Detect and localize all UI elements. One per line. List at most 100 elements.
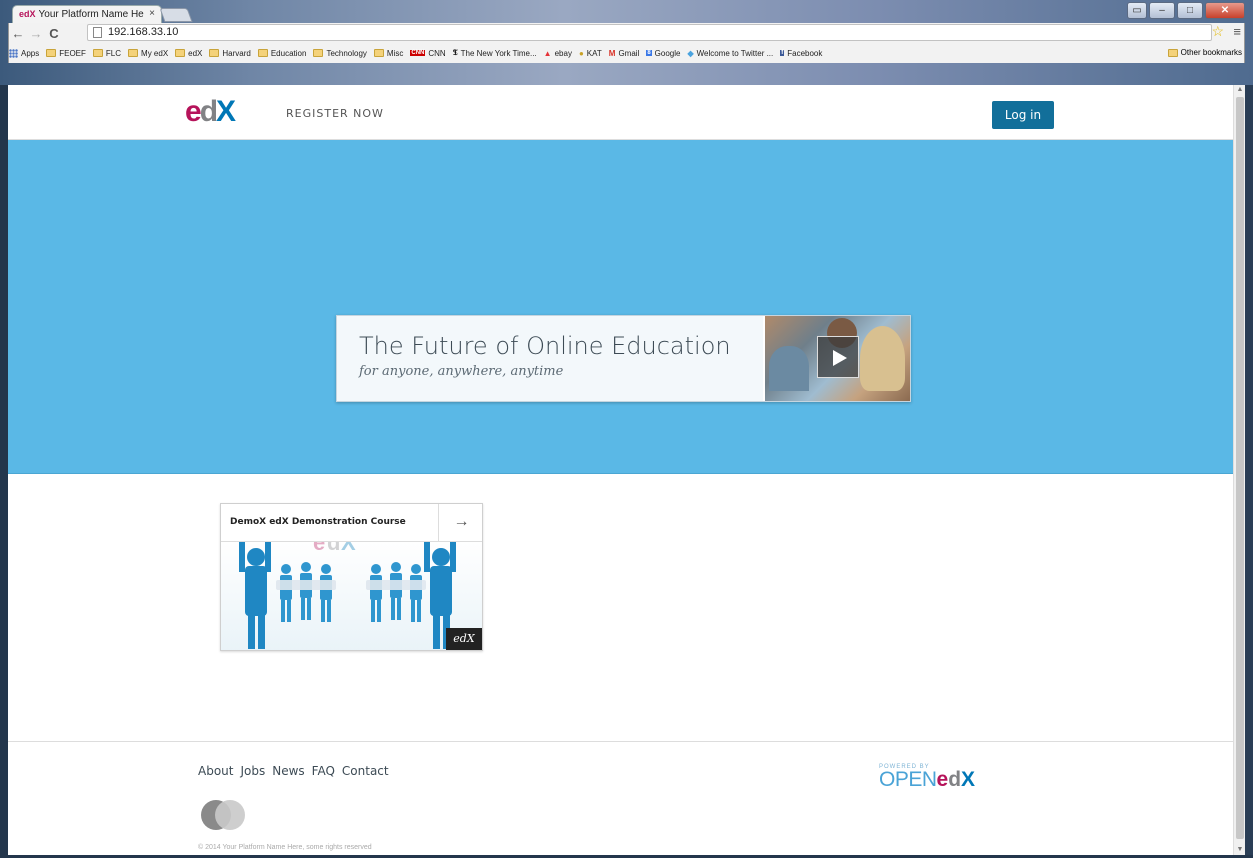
bookmark-label: edX xyxy=(188,48,203,58)
play-icon[interactable] xyxy=(817,336,859,378)
tab-close-icon[interactable]: × xyxy=(149,8,155,19)
bookmark-item[interactable]: Education xyxy=(257,49,306,58)
course-card[interactable]: e d X DemoX edX Demonstration Course → e… xyxy=(220,503,483,651)
cnn-icon: CNN xyxy=(410,50,426,56)
bookmark-label: ebay xyxy=(554,48,572,58)
window-maximize-icon[interactable]: □ xyxy=(1177,2,1203,19)
course-image: e d X xyxy=(221,530,482,650)
folder-icon xyxy=(175,49,186,57)
nyt-icon: 𝕿 xyxy=(452,48,458,57)
edx-favicon-icon: edX xyxy=(19,9,36,19)
window-right-border xyxy=(1245,85,1253,858)
bookmark-item[interactable]: Technology xyxy=(313,49,367,58)
course-org-badge: edX xyxy=(446,628,482,650)
footer-link-jobs[interactable]: Jobs xyxy=(240,764,265,778)
page-icon xyxy=(93,27,102,38)
edx-logo[interactable]: edX xyxy=(185,97,236,127)
bookmark-item[interactable]: M Gmail xyxy=(609,49,640,58)
open-text: OPEN xyxy=(879,768,937,791)
kat-icon: ● xyxy=(578,48,584,58)
login-button[interactable]: Log in xyxy=(992,101,1054,129)
scrollbar-thumb[interactable] xyxy=(1236,97,1244,839)
apps-icon xyxy=(9,48,18,58)
bookmark-item[interactable]: edX xyxy=(175,49,202,58)
course-title[interactable]: DemoX edX Demonstration Course xyxy=(230,517,406,527)
footer-link-contact[interactable]: Contact xyxy=(342,764,389,778)
bookmark-label: Facebook xyxy=(787,48,823,58)
bookmark-item[interactable]: My edX xyxy=(128,49,168,58)
url-text: 192.168.33.10 xyxy=(108,26,179,38)
course-illustration: e d X xyxy=(239,530,456,649)
other-bookmarks[interactable]: Other bookmarks xyxy=(1167,48,1242,57)
bookmark-label: The New York Time... xyxy=(460,48,537,58)
svg-text:d: d xyxy=(327,542,340,555)
register-now-link[interactable]: REGISTER NOW xyxy=(286,107,384,120)
window-controls: ▭ – □ ✕ xyxy=(1127,2,1245,19)
footer-link-news[interactable]: News xyxy=(272,764,304,778)
window-minimize-icon[interactable]: – xyxy=(1149,2,1175,19)
folder-icon xyxy=(128,49,139,57)
twitter-icon: ◆ xyxy=(687,48,694,58)
bookmark-item[interactable]: CNN CNN xyxy=(410,48,446,58)
window-close-icon[interactable]: ✕ xyxy=(1205,2,1245,19)
scroll-down-icon[interactable]: ▼ xyxy=(1234,845,1245,855)
bookmark-label: CNN xyxy=(428,48,446,58)
window-restore-icon[interactable]: ▭ xyxy=(1127,2,1147,19)
bookmark-item[interactable]: ◆ Welcome to Twitter ... xyxy=(687,49,773,58)
creative-commons-icon[interactable] xyxy=(201,800,247,830)
navigation-row: ← → C 192.168.33.10 ☆ ≡ xyxy=(9,23,1244,43)
footer-nav: About Jobs News FAQ Contact xyxy=(198,764,389,778)
hero-video-thumbnail[interactable] xyxy=(763,316,910,401)
browser-tab[interactable]: edX Your Platform Name Her × xyxy=(12,5,162,23)
bookmark-label: Misc xyxy=(386,48,404,58)
svg-text:e: e xyxy=(313,542,325,555)
facebook-icon: f xyxy=(780,50,785,56)
tab-title: Your Platform Name Her xyxy=(38,9,144,20)
new-tab-button[interactable] xyxy=(159,8,193,22)
cc-circle-light xyxy=(215,800,245,830)
bookmark-star-icon[interactable]: ☆ xyxy=(1211,23,1224,40)
svg-text:X: X xyxy=(341,542,356,555)
arrow-right-icon[interactable]: → xyxy=(438,504,482,542)
bookmark-label: Google xyxy=(654,48,681,58)
folder-icon xyxy=(257,49,268,57)
bookmark-item[interactable]: Misc xyxy=(373,48,404,58)
bookmark-label: Welcome to Twitter ... xyxy=(696,48,774,58)
bookmark-item[interactable]: ▲ ebay xyxy=(544,49,572,58)
folder-icon xyxy=(46,49,57,57)
browser-toolbar: ← → C 192.168.33.10 ☆ ≡ Apps FEOEF FLC My e… xyxy=(8,23,1245,63)
reload-icon[interactable]: C xyxy=(45,26,63,41)
bookmark-label: Apps xyxy=(21,48,40,58)
other-bookmarks-label: Other bookmarks xyxy=(1180,48,1242,57)
folder-icon xyxy=(313,49,324,57)
bookmark-item[interactable]: 8 Google xyxy=(646,49,680,58)
course-header[interactable]: DemoX edX Demonstration Course → xyxy=(221,504,482,542)
vertical-scrollbar[interactable]: ▲ ▼ xyxy=(1233,85,1245,855)
back-arrow-icon[interactable]: ← xyxy=(9,26,27,41)
gmail-icon: M xyxy=(608,48,616,58)
bookmark-item[interactable]: FEOEF xyxy=(46,49,86,58)
folder-icon xyxy=(1167,48,1178,57)
video-student-figure-2 xyxy=(860,326,905,391)
page-viewport: edX REGISTER NOW Log in The Future of On… xyxy=(8,85,1245,855)
video-student-figure xyxy=(769,346,809,391)
bookmark-item[interactable]: Apps xyxy=(9,48,40,58)
bookmark-label: KAT xyxy=(586,48,602,58)
footer-link-faq[interactable]: FAQ xyxy=(312,764,335,778)
folder-icon xyxy=(373,49,384,57)
bookmark-item[interactable]: ● KAT xyxy=(579,49,602,58)
hero-title: The Future of Online Education xyxy=(359,332,731,360)
bookmark-item[interactable]: FLC xyxy=(92,49,121,58)
hero-card: The Future of Online Education for anyon… xyxy=(336,315,911,402)
chrome-menu-icon[interactable]: ≡ xyxy=(1233,24,1241,39)
scroll-up-icon[interactable]: ▲ xyxy=(1234,85,1245,95)
bookmark-item[interactable]: Harvard xyxy=(209,49,251,58)
address-bar[interactable]: 192.168.33.10 xyxy=(87,24,1212,41)
bookmark-item[interactable]: f Facebook xyxy=(780,49,822,58)
powered-by-open-edx-logo[interactable]: POWERED BY OPENedX xyxy=(879,764,975,790)
folder-icon xyxy=(209,49,220,57)
open-edx-wordmark: OPENedX xyxy=(879,768,976,791)
footer-link-about[interactable]: About xyxy=(198,764,233,778)
bookmark-item[interactable]: 𝕿 The New York Time... xyxy=(453,48,537,58)
forward-arrow-icon[interactable]: → xyxy=(27,26,45,41)
